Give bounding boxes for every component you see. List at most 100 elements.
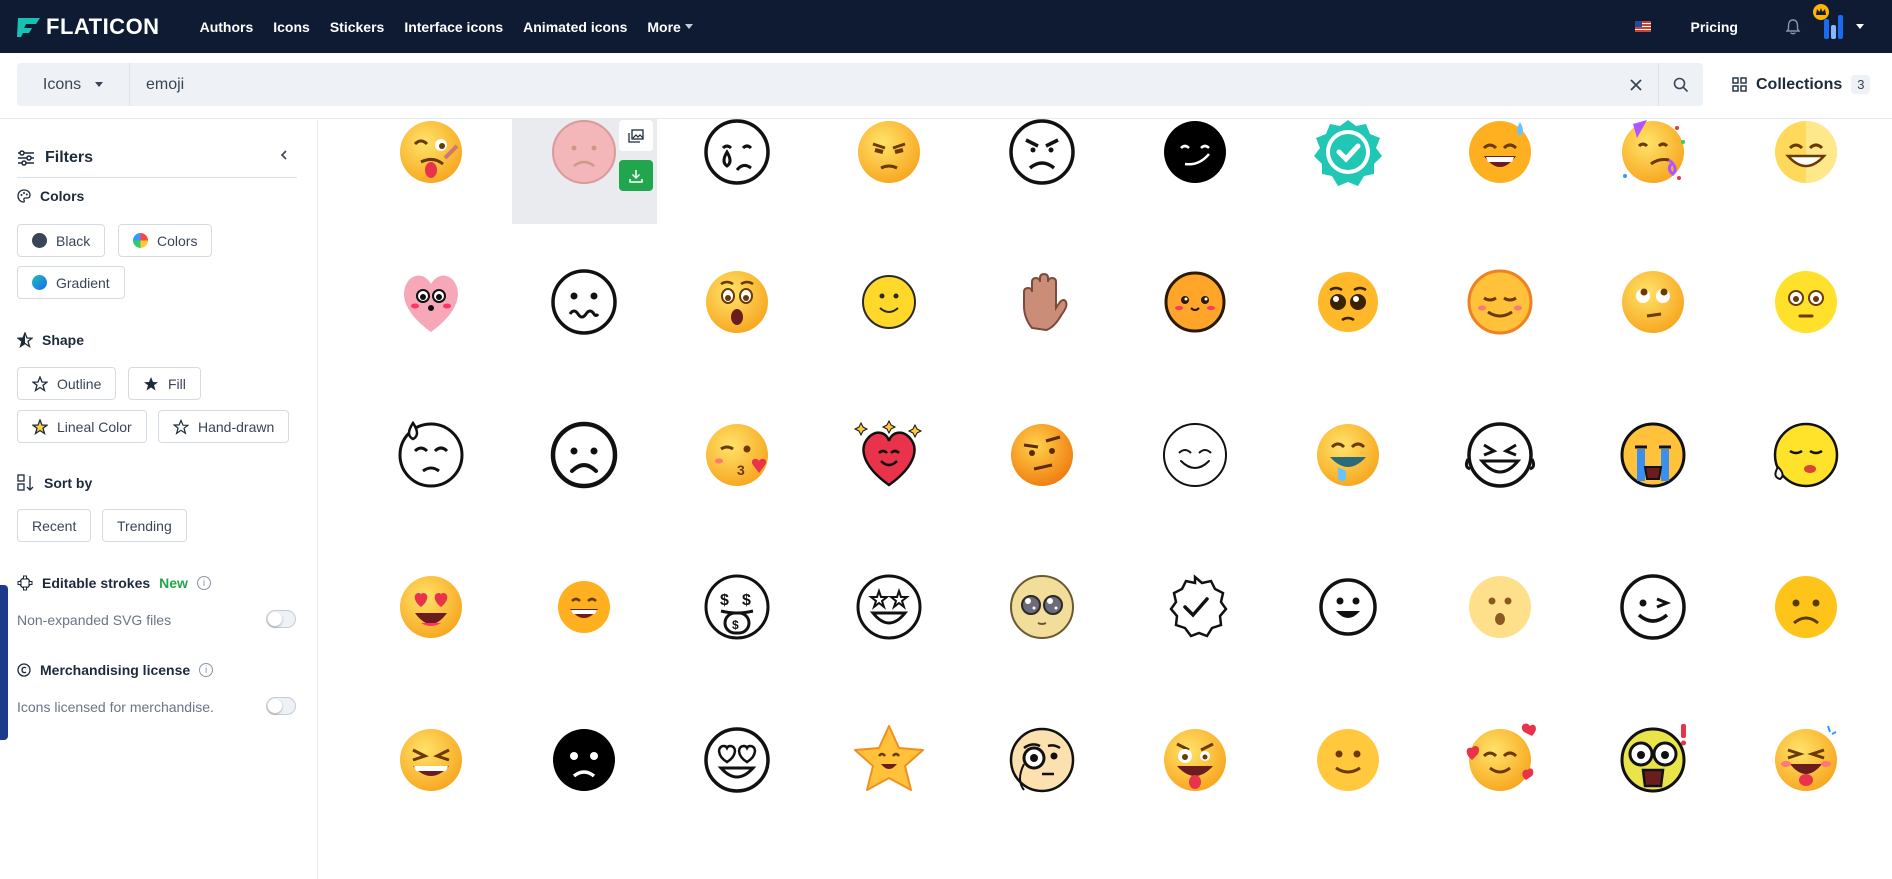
suspicious-emoji-icon[interactable] <box>1002 415 1082 495</box>
drunk-emoji-icon[interactable] <box>391 112 471 192</box>
grin-emoji-half-icon[interactable] <box>1766 112 1846 192</box>
add-to-collection-button[interactable] <box>619 120 653 151</box>
pricing-link[interactable]: Pricing <box>1691 19 1738 35</box>
crazy-emoji-icon[interactable] <box>1155 720 1235 800</box>
sort-section-title: Sort by <box>17 474 92 492</box>
collections-button[interactable]: Collections 3 <box>1732 68 1871 101</box>
search-input[interactable] <box>130 63 1614 106</box>
money-mouth-emoji-outline-icon[interactable]: $ $ $ <box>697 567 777 647</box>
surprised-emoji-icon[interactable] <box>697 262 777 342</box>
monocle-emoji-icon[interactable] <box>1002 720 1082 800</box>
laughing-emoji-outline-icon[interactable] <box>1460 415 1540 495</box>
close-icon <box>1630 78 1642 91</box>
svg-text:$: $ <box>732 618 739 632</box>
clear-search-button[interactable] <box>1614 63 1658 106</box>
drooling-emoji-icon[interactable] <box>1308 415 1388 495</box>
filter-fill[interactable]: Fill <box>128 367 201 400</box>
sad-emoji-hovered-icon[interactable] <box>544 112 624 192</box>
sweat-emoji-outline-icon[interactable] <box>391 415 471 495</box>
verified-badge-icon[interactable] <box>1308 112 1388 192</box>
merchandising-license-description: Icons licensed for merchandise. <box>17 699 214 715</box>
bell-icon[interactable] <box>1784 18 1802 36</box>
grinning-emoji-icon[interactable] <box>544 567 624 647</box>
smile-emoji-icon[interactable] <box>849 262 929 342</box>
smile-emoji-outline-icon[interactable] <box>1308 567 1388 647</box>
sad-emoji-outline-icon[interactable] <box>544 415 624 495</box>
flaticon-logo[interactable]: FLATICON <box>16 14 160 40</box>
pleading-emoji-icon[interactable] <box>1308 262 1388 342</box>
verified-check-outline-icon[interactable] <box>1155 567 1235 647</box>
filter-hand-drawn-label: Hand-drawn <box>198 418 275 435</box>
nav-stickers[interactable]: Stickers <box>320 19 394 35</box>
info-icon[interactable]: i <box>199 663 214 677</box>
bored-emoji-icon[interactable] <box>849 112 929 192</box>
relieved-emoji-icon[interactable] <box>1460 262 1540 342</box>
nav-animated-icons[interactable]: Animated icons <box>513 19 637 35</box>
filter-hand-drawn[interactable]: Hand-drawn <box>158 410 290 443</box>
nav-icons[interactable]: Icons <box>263 19 320 35</box>
nav-more-dropdown[interactable]: More <box>637 19 702 35</box>
vector-node-icon <box>17 575 33 591</box>
image-stack-icon <box>628 128 644 143</box>
neutral-emoji-icon[interactable] <box>1766 262 1846 342</box>
star-eyes-emoji-outline-icon[interactable] <box>849 567 929 647</box>
frown-emoji-icon[interactable] <box>1766 567 1846 647</box>
filter-colors[interactable]: Colors <box>118 224 213 257</box>
sort-trending[interactable]: Trending <box>102 509 187 542</box>
filter-gradient[interactable]: Gradient <box>17 266 125 299</box>
side-panel-tab[interactable] <box>0 585 8 740</box>
sad-emoji-black-icon[interactable] <box>544 720 624 800</box>
smirk-emoji-black-icon[interactable] <box>1155 112 1235 192</box>
grid-icon <box>1732 77 1747 92</box>
chevron-down-icon <box>684 24 693 29</box>
heart-face-emoji-icon[interactable] <box>391 262 471 342</box>
happy-emoji-outline-icon[interactable] <box>1155 415 1235 495</box>
loud-crying-emoji-icon[interactable] <box>1613 415 1693 495</box>
shocked-emoji-icon[interactable] <box>1613 720 1693 800</box>
filter-black[interactable]: Black <box>17 224 106 257</box>
rolling-eyes-emoji-icon[interactable] <box>1613 262 1693 342</box>
resource-type-select[interactable]: Icons <box>17 63 130 106</box>
search-button[interactable] <box>1659 63 1703 106</box>
collections-label: Collections <box>1756 75 1843 93</box>
cute-emoji-icon[interactable] <box>1155 262 1235 342</box>
party-emoji-icon[interactable] <box>1613 112 1693 192</box>
sliders-icon <box>18 149 34 166</box>
squint-grin-emoji-icon[interactable] <box>391 720 471 800</box>
sleepy-emoji-icon[interactable] <box>1766 415 1846 495</box>
collapse-sidebar-button[interactable] <box>279 148 289 166</box>
heart-eyes-emoji-outline-icon[interactable] <box>697 720 777 800</box>
sweat-smile-emoji-icon[interactable] <box>1460 112 1540 192</box>
download-button[interactable] <box>619 160 653 191</box>
raised-hand-emoji-icon[interactable] <box>1002 262 1082 342</box>
filter-gradient-label: Gradient <box>56 274 110 291</box>
merchandising-license-toggle[interactable] <box>266 697 296 715</box>
sort-label: Sort by <box>44 475 93 491</box>
us-flag-icon[interactable] <box>1634 21 1651 32</box>
tongue-wink-emoji-icon[interactable] <box>1766 720 1846 800</box>
filter-colors-label: Colors <box>157 232 198 249</box>
heart-stars-emoji-icon[interactable] <box>849 415 929 495</box>
wavy-mouth-emoji-outline-icon[interactable] <box>544 262 624 342</box>
hushed-emoji-icon[interactable] <box>1460 567 1540 647</box>
filter-lineal-color[interactable]: Lineal Color <box>17 410 147 443</box>
star-emoji-icon[interactable] <box>849 720 929 800</box>
hearts-emoji-icon[interactable] <box>1460 720 1540 800</box>
resource-type-label: Icons <box>42 75 82 93</box>
crying-emoji-outline-icon[interactable] <box>697 112 777 192</box>
nav-interface-icons[interactable]: Interface icons <box>394 19 513 35</box>
sort-recent[interactable]: Recent <box>17 509 92 542</box>
info-icon[interactable]: i <box>196 576 211 590</box>
filters-sidebar: Filters Colors Black Colors Gradient Sha… <box>0 120 318 879</box>
angry-emoji-outline-icon[interactable] <box>1002 112 1082 192</box>
user-menu[interactable] <box>1813 3 1864 39</box>
filter-outline[interactable]: Outline <box>17 367 117 400</box>
kiss-wink-emoji-icon[interactable]: 3 <box>697 415 777 495</box>
editable-strokes-toggle[interactable] <box>266 610 296 628</box>
sparkle-eyes-emoji-icon[interactable] <box>1002 567 1082 647</box>
slight-smile-emoji-icon[interactable] <box>1308 720 1388 800</box>
nav-authors[interactable]: Authors <box>190 19 264 35</box>
gradient-swatch-icon <box>32 275 47 290</box>
wink-emoji-outline-icon[interactable] <box>1613 567 1693 647</box>
heart-eyes-emoji-icon[interactable] <box>391 567 471 647</box>
